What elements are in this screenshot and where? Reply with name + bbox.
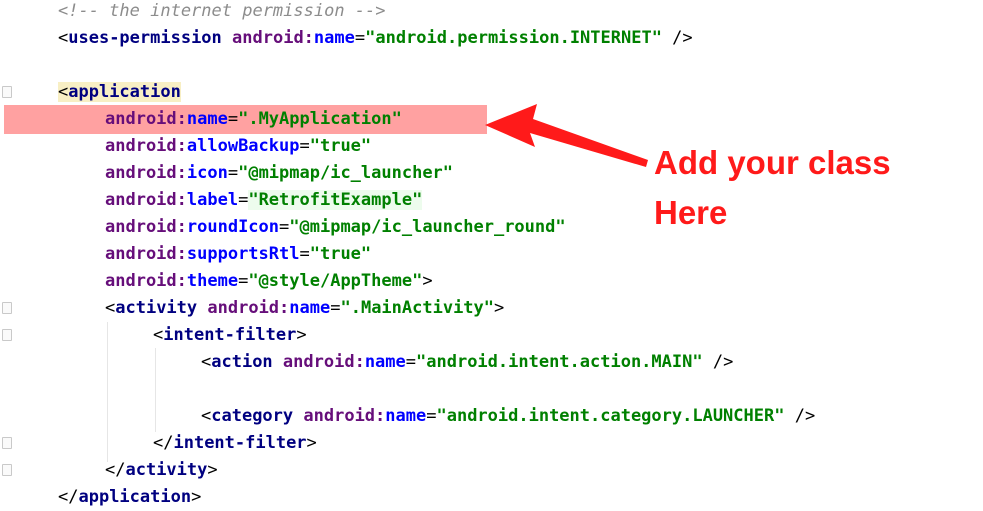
attr-name: allowBackup <box>186 136 300 156</box>
attr-value: "android.permission.INTERNET" <box>365 28 662 48</box>
fold-marker-icon[interactable] <box>2 86 12 98</box>
attr-value: "RetrofitExample" <box>248 190 423 210</box>
code-line-attr-name: android:name=".MyApplication" <box>105 109 402 129</box>
tag-name: application <box>78 487 192 507</box>
attr-namespace: android: <box>105 109 187 129</box>
editor-gutter <box>0 0 12 493</box>
attr-namespace: android: <box>105 163 187 183</box>
tag-name: activity <box>115 298 198 318</box>
attr-value: "@mipmap/ic_launcher_round" <box>289 217 566 237</box>
tag-close: > <box>494 298 505 318</box>
code-line-intent-filter-close: </intent-filter> <box>153 430 317 457</box>
attr-namespace: android: <box>303 406 386 426</box>
fold-marker-icon[interactable] <box>2 437 12 449</box>
attr-name: theme <box>186 271 239 291</box>
attr-namespace: android: <box>105 271 187 291</box>
code-editor[interactable]: <!-- the internet permission --> <uses-p… <box>0 0 983 507</box>
tag-open: < <box>58 28 69 48</box>
attr-name: icon <box>186 163 228 183</box>
attr-namespace: android: <box>105 190 187 210</box>
attr-name: name <box>364 352 406 372</box>
attr-name: name <box>385 406 427 426</box>
attr-name: roundIcon <box>186 217 280 237</box>
code-line-attr-roundicon: android:roundIcon="@mipmap/ic_launcher_r… <box>105 217 566 237</box>
attr-namespace: android: <box>282 352 365 372</box>
attr-value: "true" <box>309 136 372 156</box>
code-line-attr-allowbackup: android:allowBackup="true" <box>105 136 372 156</box>
tag-open: < <box>58 82 69 102</box>
tag-close: > <box>207 460 218 480</box>
fold-marker-icon[interactable] <box>2 302 12 314</box>
attr-value: ".MyApplication" <box>238 109 402 129</box>
code-line-activity-open: <activity android:name=".MainActivity"> <box>105 298 505 318</box>
annotation-line-2: Here <box>654 194 728 231</box>
tag-open: < <box>201 406 212 426</box>
tag-open: </ <box>58 487 79 507</box>
tag-name: application <box>68 82 181 102</box>
attr-namespace: android: <box>105 244 187 264</box>
attr-value: "@mipmap/ic_launcher" <box>238 163 454 183</box>
code-line-attr-theme: android:theme="@style/AppTheme"> <box>105 271 433 291</box>
code-line-attr-supportsrtl: android:supportsRtl="true" <box>105 244 372 264</box>
attr-name: name <box>313 28 355 48</box>
tag-open: < <box>105 298 116 318</box>
equals: = <box>354 28 366 48</box>
code-line-application-close: </application> <box>58 484 201 511</box>
attr-namespace: android: <box>105 136 187 156</box>
indent-guide <box>155 348 156 432</box>
code-line-application-open: <application <box>58 79 181 106</box>
tag-open: </ <box>105 460 126 480</box>
annotation-line-1: Add your class <box>654 144 891 181</box>
annotation-callout: Add your class Here <box>654 138 954 238</box>
attr-value: "android.intent.category.LAUNCHER" <box>436 406 785 426</box>
tag-name: action <box>211 352 273 372</box>
tag-open: < <box>153 325 164 345</box>
indent-guide <box>107 322 108 462</box>
attr-value: "android.intent.action.MAIN" <box>416 352 703 372</box>
code-line-uses-permission: <uses-permission android:name="android.p… <box>58 25 693 52</box>
tag-open: < <box>201 352 212 372</box>
attr-namespace: android: <box>105 217 187 237</box>
code-line-intent-filter-open: <intent-filter> <box>153 322 307 349</box>
attr-name: supportsRtl <box>186 244 300 264</box>
code-line-comment: <!-- the internet permission --> <box>58 0 386 25</box>
tag-name: activity <box>125 460 208 480</box>
attr-name: name <box>289 298 331 318</box>
code-line-action: <action android:name="android.intent.act… <box>201 352 734 372</box>
attr-namespace: android: <box>207 298 290 318</box>
attr-value: "true" <box>309 244 372 264</box>
tag-close: > <box>422 271 433 291</box>
comment-text: <!-- the internet permission --> <box>58 1 386 21</box>
code-line-attr-icon: android:icon="@mipmap/ic_launcher" <box>105 163 454 183</box>
tag-name: intent-filter <box>173 433 307 453</box>
attr-value: "@style/AppTheme" <box>248 271 423 291</box>
code-line-activity-close: </activity> <box>105 457 218 484</box>
tag-close: /> <box>661 28 693 48</box>
tag-name: uses-permission <box>68 28 222 48</box>
tag-close: > <box>306 433 317 453</box>
tag-close: > <box>296 325 307 345</box>
tag-close: > <box>191 487 202 507</box>
attr-value: ".MainActivity" <box>340 298 495 318</box>
tag-close: /> <box>702 352 734 372</box>
attr-name: label <box>186 190 239 210</box>
fold-marker-icon[interactable] <box>2 464 12 476</box>
fold-marker-icon[interactable] <box>2 329 12 341</box>
code-line-attr-label: android:label="RetrofitExample" <box>105 190 423 210</box>
annotation-arrow-icon <box>485 104 648 167</box>
tag-name: intent-filter <box>163 325 297 345</box>
tag-open: </ <box>153 433 174 453</box>
code-line-category: <category android:name="android.intent.c… <box>201 406 816 426</box>
tag-name: category <box>211 406 294 426</box>
attr-name: name <box>186 109 228 129</box>
tag-close: /> <box>784 406 816 426</box>
attr-namespace: android: <box>232 28 314 48</box>
